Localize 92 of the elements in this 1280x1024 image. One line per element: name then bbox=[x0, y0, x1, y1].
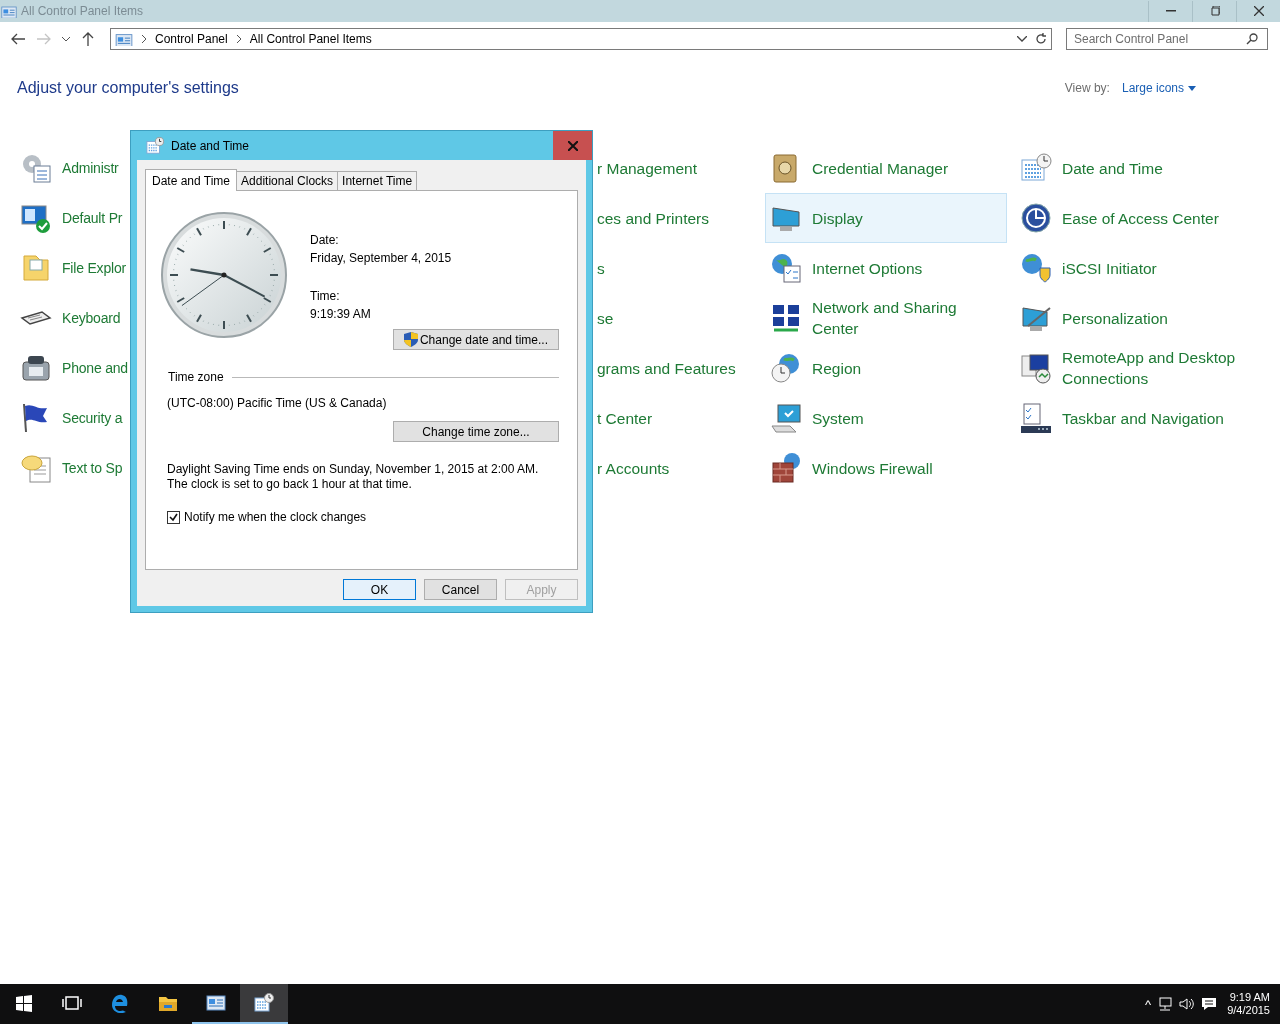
globe-shield-icon bbox=[1020, 252, 1052, 284]
control-panel-item[interactable]: Taskbar and Navigation bbox=[1015, 393, 1257, 443]
control-panel-item[interactable]: Internet Options bbox=[765, 243, 1007, 293]
network-computers-icon bbox=[770, 302, 802, 334]
network-icon[interactable] bbox=[1157, 997, 1174, 1011]
control-panel-item[interactable]: s bbox=[596, 243, 765, 293]
window-title: All Control Panel Items bbox=[21, 4, 145, 18]
control-panel-item[interactable]: Date and Time bbox=[1015, 143, 1257, 193]
shield-icon bbox=[403, 332, 418, 347]
calendar-clock-icon bbox=[254, 993, 274, 1013]
minimize-icon bbox=[1165, 10, 1176, 12]
control-panel-item[interactable]: r Management bbox=[596, 143, 765, 193]
taskbar-checklist-icon bbox=[1020, 402, 1052, 434]
control-panel-item[interactable]: System bbox=[765, 393, 1007, 443]
control-panel-item[interactable]: Display bbox=[765, 193, 1007, 243]
globe-clock-icon bbox=[770, 352, 802, 384]
dropdown-caret-icon[interactable] bbox=[1017, 36, 1027, 42]
browser-e-icon bbox=[110, 993, 130, 1013]
volume-icon[interactable] bbox=[1179, 997, 1196, 1011]
time-label: Time: bbox=[310, 288, 341, 305]
tab[interactable]: Date and Time bbox=[145, 169, 238, 191]
control-panel-item[interactable]: Security a bbox=[15, 393, 130, 443]
time-value: 9:19:39 AM bbox=[310, 306, 372, 323]
control-panel-item[interactable]: RemoteApp and Desktop Connections bbox=[1015, 343, 1257, 393]
show-hidden-icons-button[interactable]: ^ bbox=[1145, 996, 1152, 1012]
address-bar[interactable]: Control Panel All Control Panel Items bbox=[110, 28, 1052, 50]
control-panel-icon bbox=[115, 32, 133, 46]
close-icon bbox=[1253, 6, 1264, 16]
monitor-check-icon bbox=[20, 202, 52, 234]
checkmark-icon bbox=[169, 512, 178, 522]
gear-checklist-icon bbox=[20, 152, 52, 184]
breadcrumb[interactable]: Control Panel bbox=[155, 32, 228, 46]
dialog-button[interactable]: OK bbox=[343, 579, 416, 600]
control-panel-icon bbox=[206, 993, 226, 1013]
chevron-right-icon bbox=[235, 35, 242, 43]
view-by-label: View by: bbox=[1064, 81, 1110, 95]
remote-desktop-icon bbox=[1020, 352, 1052, 384]
control-panel-item[interactable]: se bbox=[596, 293, 765, 343]
control-panel-item[interactable]: Default Pr bbox=[15, 193, 130, 243]
globe-checklist-icon bbox=[770, 252, 802, 284]
control-panel-item[interactable]: Credential Manager bbox=[765, 143, 1007, 193]
search-icon bbox=[1246, 33, 1258, 45]
close-button[interactable] bbox=[553, 131, 592, 160]
task-view-icon bbox=[62, 993, 82, 1013]
computer-icon bbox=[770, 402, 802, 434]
control-panel-icon bbox=[1, 4, 17, 18]
chevron-right-icon bbox=[141, 35, 147, 43]
tab[interactable]: Internet Time bbox=[337, 171, 418, 190]
calendar-clock-icon bbox=[145, 136, 165, 155]
page-heading: Adjust your computer's settings bbox=[17, 79, 239, 97]
control-panel-item[interactable]: Network and Sharing Center bbox=[765, 293, 1007, 343]
windows-logo-icon bbox=[14, 993, 34, 1013]
close-icon bbox=[567, 140, 578, 151]
dialog-button[interactable]: Cancel bbox=[424, 579, 497, 600]
date-label: Date: bbox=[310, 232, 340, 249]
restore-icon bbox=[1209, 6, 1220, 16]
accessibility-icon bbox=[1020, 202, 1052, 234]
chevron-down-icon bbox=[62, 36, 70, 42]
notify-checkbox[interactable]: Notify me when the clock changes bbox=[160, 509, 559, 525]
time-zone-heading: Time zone bbox=[168, 370, 224, 384]
notification-icon[interactable] bbox=[1201, 997, 1218, 1011]
folder-icon bbox=[20, 252, 52, 284]
refresh-icon[interactable] bbox=[1035, 33, 1047, 45]
change-time-zone-button[interactable]: Change time zone... bbox=[393, 421, 559, 442]
control-panel-item[interactable]: Ease of Access Center bbox=[1015, 193, 1257, 243]
control-panel-item[interactable]: Phone and bbox=[15, 343, 130, 393]
search-field[interactable]: Search Control Panel bbox=[1066, 28, 1268, 50]
control-panel-item[interactable]: ces and Printers bbox=[596, 193, 765, 243]
speech-bubble-document-icon bbox=[20, 452, 52, 484]
time-zone-value: (UTC-08:00) Pacific Time (US & Canada) bbox=[166, 396, 388, 410]
control-panel-item[interactable]: t Center bbox=[596, 393, 765, 443]
view-by-dropdown[interactable]: Large icons bbox=[1121, 81, 1196, 95]
control-panel-item[interactable]: Text to Sp bbox=[15, 443, 130, 493]
control-panel-item[interactable]: iSCSI Initiator bbox=[1015, 243, 1257, 293]
caret-icon bbox=[1188, 85, 1196, 91]
taskbar-clock[interactable]: 9:19 AM 9/4/2015 bbox=[1227, 991, 1270, 1017]
control-panel-item[interactable]: File Explor bbox=[15, 243, 130, 293]
change-date-time-button[interactable]: Change date and time... bbox=[393, 329, 559, 350]
control-panel-item[interactable]: Windows Firewall bbox=[765, 443, 1007, 493]
date-value: Friday, September 4, 2015 bbox=[310, 250, 453, 267]
control-panel-item[interactable]: grams and Features bbox=[596, 343, 765, 393]
calendar-clock-icon bbox=[1020, 152, 1052, 184]
dialog-title: Date and Time bbox=[171, 138, 251, 153]
brick-wall-globe-icon bbox=[770, 452, 802, 484]
control-panel-item[interactable]: Administr bbox=[15, 143, 130, 193]
daylight-saving-note: Daylight Saving Time ends on Sunday, November 1, 2015 at 2:00 AM. The clock is set to go back 1 hour at that time. bbox=[166, 462, 540, 492]
control-panel-item[interactable]: r Accounts bbox=[596, 443, 765, 493]
control-panel-item[interactable]: Keyboard bbox=[15, 293, 130, 343]
control-panel-item[interactable]: Personalization bbox=[1015, 293, 1257, 343]
taskbar-button[interactable] bbox=[240, 984, 288, 1024]
breadcrumb[interactable]: All Control Panel Items bbox=[249, 32, 372, 46]
control-panel-item[interactable]: Region bbox=[765, 343, 1007, 393]
